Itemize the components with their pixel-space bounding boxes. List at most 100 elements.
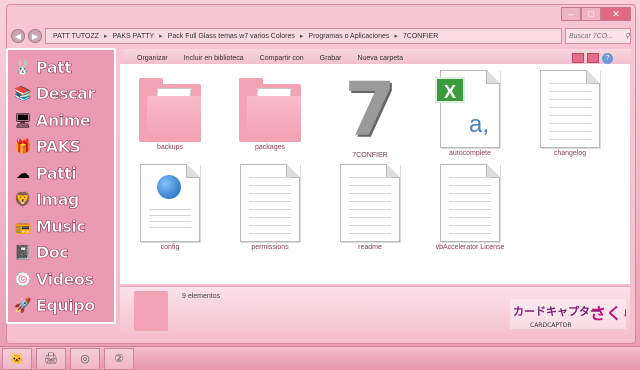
search-icon[interactable]: ⚲ (625, 32, 630, 40)
breadcrumb-item[interactable]: PATT TUTOZZ (50, 33, 102, 40)
sidebar-item-label: Equipo (36, 296, 96, 316)
details-pane: 9 elementos カードキャプター さくら CARDCAPTOR (120, 286, 630, 334)
roll-icon: 🍥 (14, 270, 32, 287)
file-name: autocomplete (448, 150, 492, 157)
breadcrumb-separator-icon[interactable]: ▸ (394, 32, 398, 40)
sidebar-item-descar[interactable]: 📚 Descar (8, 81, 114, 108)
sidebar-item-label: Doc (36, 243, 69, 263)
book-icon: 📚 (14, 85, 32, 102)
sidebar-item-label: Descar (36, 84, 96, 104)
svg-text:CARDCAPTOR: CARDCAPTOR (530, 322, 572, 329)
sidebar-item-doc[interactable]: 📓 Doc (8, 240, 114, 267)
bunny-icon: 🐰 (14, 58, 32, 75)
sidebar-item-label: Anime (36, 110, 91, 130)
file-name: packages (255, 144, 285, 151)
new-folder-button[interactable]: Nueva carpeta (357, 55, 403, 62)
sidebar-item-anime[interactable]: 🖥 Anime (8, 107, 114, 134)
file-item[interactable]: changelog (530, 70, 610, 157)
view-options-icon[interactable] (572, 52, 584, 63)
text-document-icon (540, 70, 600, 148)
file-name: vbAccelerator License (435, 244, 505, 251)
text-document-icon (340, 164, 400, 242)
sidebar-item-label: Music (36, 216, 86, 236)
breadcrumb-separator-icon[interactable]: ▸ (104, 32, 108, 40)
file-item[interactable]: packages (230, 70, 310, 151)
config-document-icon (140, 164, 200, 242)
sidebar-item-imag[interactable]: 🦁 Imag (8, 187, 114, 214)
file-name: readme (358, 244, 382, 251)
folder-icon (239, 78, 301, 142)
back-button[interactable]: ◀ (11, 29, 25, 43)
breadcrumb-separator-icon[interactable]: ▸ (300, 32, 304, 40)
breadcrumb-separator-icon[interactable]: ▸ (159, 32, 163, 40)
file-item[interactable]: vbAccelerator License (430, 164, 510, 251)
sidebar-item-label: Imag (36, 190, 80, 210)
taskbar: 🐱 🖨 ◎ ② (0, 346, 640, 370)
folder-icon (139, 78, 201, 142)
sidebar-item-patt[interactable]: 🐰 Patt (8, 54, 114, 81)
forward-button[interactable]: ▶ (28, 29, 42, 43)
svg-text:さくら: さくら (590, 304, 626, 323)
search-placeholder: Buscar 7CO... (569, 32, 613, 40)
share-button[interactable]: Compartir con (260, 55, 304, 62)
breadcrumb-item[interactable]: 7CONFIER (400, 33, 441, 40)
folder-icon (134, 291, 168, 331)
search-input[interactable]: Buscar 7CO... ⚲ (565, 28, 631, 44)
monitor-icon: 🖥 (14, 111, 32, 128)
sidebar-item-videos[interactable]: 🍥 Videos (8, 266, 114, 293)
breadcrumb-item[interactable]: Programas o Aplicaciones (305, 33, 392, 40)
sidebar-item-label: Patti (36, 163, 77, 183)
text-document-icon (240, 164, 300, 242)
address-bar[interactable]: PATT TUTOZZ ▸ PAKS PATTY ▸ Pack Full Glass… (45, 28, 562, 44)
sidebar-item-patti[interactable]: ☁ Patti (8, 160, 114, 187)
rocket-icon: 🚀 (14, 297, 32, 314)
sidebar-item-label: Videos (36, 269, 95, 289)
file-name: 7CONFIER (352, 152, 388, 159)
help-icon[interactable]: ? (602, 52, 613, 64)
file-item[interactable]: backups (130, 70, 210, 151)
burn-button[interactable]: Grabar (320, 55, 342, 62)
breadcrumb-item[interactable]: Pack Full Glass temas w7 varios Colores (165, 33, 298, 40)
ghost-icon: ☁ (16, 164, 30, 181)
file-view: backups packages 7 7CONFIER Xa, autocomplete c… (120, 64, 630, 284)
excel-document-icon: Xa, (435, 70, 500, 148)
app-icon: 7 (344, 67, 396, 153)
file-name: permissions (251, 244, 289, 251)
sidebar-item-label: PAKS (36, 137, 82, 157)
sidebar-item-music[interactable]: 📻 Music (8, 213, 114, 240)
radio-icon: 📻 (14, 217, 32, 234)
item-count: 9 elementos (182, 293, 221, 300)
breadcrumb-item[interactable]: PAKS PATTY (110, 33, 158, 40)
gift-icon: 🎁 (14, 138, 32, 155)
navigation-sidebar: 🐰 Patt 📚 Descar 🖥 Anime 🎁 PAKS ☁ Patti 🦁 Imag 📻 Music… (6, 48, 116, 324)
taskbar-media-icon[interactable]: ◎ (70, 347, 100, 370)
sidebar-item-label: Patt (36, 57, 73, 77)
taskbar-app-icon[interactable]: ② (104, 347, 134, 370)
svg-text:カードキャプター: カードキャプター (513, 304, 601, 318)
file-item[interactable]: 7 7CONFIER (330, 70, 410, 159)
file-item[interactable]: config (130, 164, 210, 251)
file-name: backups (156, 144, 184, 151)
maximize-button[interactable]: □ (581, 7, 601, 21)
start-button[interactable]: 🐱 (2, 347, 32, 370)
minimize-button[interactable]: ‒ (561, 7, 581, 21)
organize-button[interactable]: Organizar (137, 55, 168, 62)
file-item[interactable]: Xa, autocomplete (430, 70, 510, 157)
taskbar-printer-icon[interactable]: 🖨 (36, 347, 66, 370)
notebook-icon: 📓 (14, 244, 32, 261)
view-controls: ? (572, 52, 631, 64)
file-item[interactable]: permissions (230, 164, 310, 251)
preview-pane-icon[interactable] (587, 52, 599, 63)
window-controls: ‒ □ ✕ (561, 7, 631, 21)
text-document-icon (440, 164, 500, 242)
sidebar-item-paks[interactable]: 🎁 PAKS (8, 134, 114, 161)
file-item[interactable]: readme (330, 164, 410, 251)
lion-icon: 🦁 (14, 191, 32, 208)
include-library-button[interactable]: Incluir en biblioteca (184, 55, 244, 62)
sidebar-item-equipo[interactable]: 🚀 Equipo (8, 293, 114, 320)
file-name: changelog (553, 150, 587, 157)
cardcaptor-logo: カードキャプター さくら CARDCAPTOR (510, 299, 626, 329)
file-name: config (160, 244, 180, 251)
close-button[interactable]: ✕ (601, 7, 631, 21)
address-row: ◀ ▶ PATT TUTOZZ ▸ PAKS PATTY ▸ Pack Full G… (11, 27, 631, 45)
